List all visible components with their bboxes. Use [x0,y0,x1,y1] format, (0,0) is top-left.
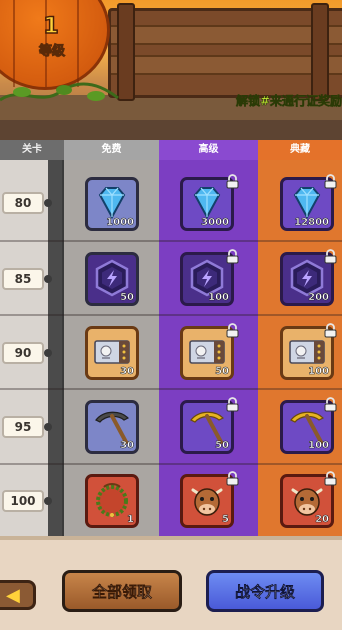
reward-quantity: 100 [208,292,229,303]
ground-shadow [0,120,342,140]
back-button[interactable]: ◀ [0,580,36,610]
level-tag: 80 [2,192,44,214]
reward-card-free-ticket[interactable]: 30 [85,326,139,380]
reward-quantity: 1000 [106,217,134,228]
reward-quantity: 50 [215,366,229,377]
lock-icon [324,249,337,264]
lock-icon [324,174,337,189]
reward-quantity: 3000 [201,217,229,228]
column-header-level: 关卡 [0,140,64,160]
reward-quantity: 30 [120,440,134,451]
lock-icon [226,174,239,189]
reward-quantity: 50 [120,292,134,303]
lock-icon [226,323,239,338]
reward-quantity: 100 [308,440,329,451]
footer-bar: ◀ 全部领取 战令升级 [0,536,342,630]
reward-quantity: 1 [127,514,134,525]
reward-card-free-diamond[interactable]: 1000 [85,177,139,231]
lock-icon [324,323,337,338]
player-level-value: 1 [43,13,60,40]
reward-quantity: 12800 [294,217,329,228]
row-divider [0,314,342,316]
reward-card-free-frame[interactable]: 1 [85,474,139,528]
row-divider [0,240,342,242]
claim-all-button[interactable]: 全部领取 [62,570,182,612]
level-tag: 100 [2,490,44,512]
reward-quantity: 100 [308,366,329,377]
track-node [44,199,52,207]
row-divider [0,463,342,465]
level-tag: 95 [2,416,44,438]
reward-quantity: 20 [315,514,329,525]
reward-card-free-pickaxe[interactable]: 30 [85,400,139,454]
header-scene: 1 等级 解锁#来通行证奖励 [0,0,342,140]
back-arrow-icon: ◀ [6,585,20,606]
lock-icon [226,249,239,264]
upgrade-pass-button[interactable]: 战令升级 [206,570,324,612]
level-tag: 90 [2,342,44,364]
level-tag: 85 [2,268,44,290]
reward-quantity: 30 [120,366,134,377]
column-header-premium: 典藏 [258,140,342,160]
cow-icon [191,488,223,516]
wreath-frame-icon [96,483,128,517]
row-divider [0,388,342,390]
reward-quantity: 200 [308,292,329,303]
lock-icon [324,397,337,412]
vine-decoration [0,82,119,102]
lock-icon [226,397,239,412]
reward-quantity: 5 [222,514,229,525]
track-node [44,275,52,283]
reward-card-free-energy[interactable]: 50 [85,252,139,306]
wooden-fence [108,3,342,101]
column-header-advanced: 高级 [159,140,258,160]
track-node [44,497,52,505]
unlock-pass-text: 解锁#来通行证奖励 [236,94,342,109]
player-level-label: 等级 [38,44,65,60]
reward-quantity: 50 [215,440,229,451]
lock-icon [226,471,239,486]
track-node [44,349,52,357]
lock-icon [324,471,337,486]
reward-grid[interactable]: 80 1000 3000 12800 85 50 100 200 90 30 5… [0,160,342,536]
progress-track [48,160,62,536]
column-header-free: 免费 [64,140,159,160]
track-node [44,423,52,431]
